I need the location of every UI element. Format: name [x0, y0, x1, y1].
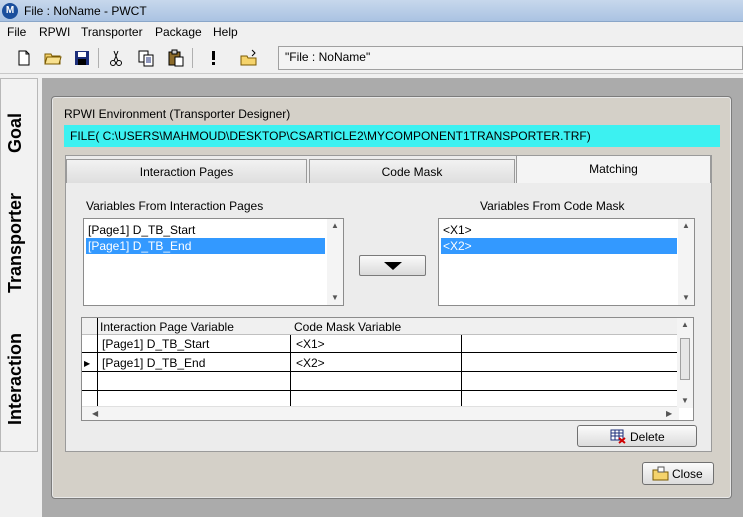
menu-rpwi[interactable]: RPWI: [39, 25, 70, 39]
window-title: File : NoName - PWCT: [24, 4, 147, 18]
title-bar: M File : NoName - PWCT: [0, 0, 743, 22]
copy-icon[interactable]: [136, 48, 156, 68]
scroll-up-icon[interactable]: ▲: [682, 222, 690, 230]
delete-button-label: Delete: [630, 430, 665, 444]
side-tab-interaction[interactable]: Interaction: [5, 333, 33, 425]
file-path-bar: FILE( C:\USERS\MAHMOUD\DESKTOP\CSARTICLE…: [64, 125, 720, 147]
side-tab-transporter[interactable]: Transporter: [5, 193, 33, 293]
scroll-down-icon[interactable]: ▼: [681, 397, 689, 405]
close-folder-icon: [652, 466, 669, 481]
tab-interaction-pages[interactable]: Interaction Pages: [66, 159, 307, 183]
scroll-left-icon[interactable]: ◀: [92, 410, 98, 418]
toolbar-separator: [192, 48, 193, 68]
menu-bar: File RPWI Transporter Package Help: [0, 22, 743, 42]
grid-header: Interaction Page Variable Code Mask Vari…: [82, 318, 679, 335]
column-header-interaction-page-variable[interactable]: Interaction Page Variable: [100, 320, 234, 334]
right-list-scrollbar[interactable]: ▲ ▼: [678, 219, 694, 305]
table-cell[interactable]: [Page1] D_TB_Start: [102, 337, 209, 351]
column-header-code-mask-variable[interactable]: Code Mask Variable: [294, 320, 401, 334]
table-row-current[interactable]: ▶ [Page1] D_TB_End <X2>: [82, 354, 679, 372]
app-logo-icon: M: [2, 3, 18, 19]
transporter-designer-window: RPWI Environment (Transporter Designer) …: [51, 96, 732, 499]
grid-horizontal-scrollbar[interactable]: ◀ ▶: [82, 406, 679, 420]
status-display: "File : NoName": [278, 46, 743, 70]
table-cell[interactable]: <X2>: [296, 356, 325, 370]
menu-transporter[interactable]: Transporter: [81, 25, 143, 39]
scroll-down-icon[interactable]: ▼: [682, 294, 690, 302]
dialog-title: RPWI Environment (Transporter Designer): [64, 107, 291, 121]
toolbar: "File : NoName": [0, 42, 743, 74]
arrow-down-icon: [384, 262, 402, 270]
tab-matching[interactable]: Matching: [516, 155, 711, 183]
right-list-label: Variables From Code Mask: [480, 199, 625, 213]
run-icon[interactable]: [203, 48, 223, 68]
open-project-icon[interactable]: [239, 48, 259, 68]
new-file-icon[interactable]: [14, 48, 34, 68]
scroll-right-icon[interactable]: ▶: [666, 410, 672, 418]
list-item[interactable]: [Page1] D_TB_Start: [86, 222, 325, 238]
menu-package[interactable]: Package: [155, 25, 202, 39]
close-button[interactable]: Close: [642, 462, 714, 485]
left-list-scrollbar[interactable]: ▲ ▼: [327, 219, 343, 305]
code-mask-variables-list[interactable]: <X1> <X2> ▲ ▼: [438, 218, 695, 306]
save-icon[interactable]: [72, 48, 92, 68]
side-tab-goal[interactable]: Goal: [5, 113, 33, 153]
grid-vertical-scrollbar[interactable]: ▲ ▼: [677, 318, 693, 408]
toolbar-separator: [98, 48, 99, 68]
list-item-selected[interactable]: <X2>: [441, 238, 677, 254]
current-row-icon: ▶: [84, 359, 91, 368]
left-list-label: Variables From Interaction Pages: [86, 199, 264, 213]
scroll-down-icon[interactable]: ▼: [331, 294, 339, 302]
menu-file[interactable]: File: [7, 25, 26, 39]
table-cell[interactable]: <X1>: [296, 337, 325, 351]
matching-grid[interactable]: Interaction Page Variable Code Mask Vari…: [81, 317, 694, 421]
scroll-thumb[interactable]: [680, 338, 690, 380]
delete-table-icon: [610, 429, 626, 444]
cut-icon[interactable]: [106, 48, 126, 68]
paste-icon[interactable]: [166, 48, 186, 68]
list-item-selected[interactable]: [Page1] D_TB_End: [86, 238, 325, 254]
match-variables-button[interactable]: [359, 255, 426, 276]
close-button-label: Close: [672, 467, 703, 481]
menu-help[interactable]: Help: [213, 25, 238, 39]
scroll-up-icon[interactable]: ▲: [681, 321, 689, 329]
table-row[interactable]: [Page1] D_TB_Start <X1>: [82, 335, 679, 353]
scroll-up-icon[interactable]: ▲: [331, 222, 339, 230]
list-item[interactable]: <X1>: [441, 222, 677, 238]
side-tab-panel: Goal Transporter Interaction: [0, 78, 38, 452]
open-folder-icon[interactable]: [43, 48, 63, 68]
table-row-empty[interactable]: [82, 373, 679, 391]
delete-button[interactable]: Delete: [577, 425, 697, 447]
table-cell[interactable]: [Page1] D_TB_End: [102, 356, 205, 370]
interaction-variables-list[interactable]: [Page1] D_TB_Start [Page1] D_TB_End ▲ ▼: [83, 218, 344, 306]
tab-code-mask[interactable]: Code Mask: [309, 159, 515, 183]
